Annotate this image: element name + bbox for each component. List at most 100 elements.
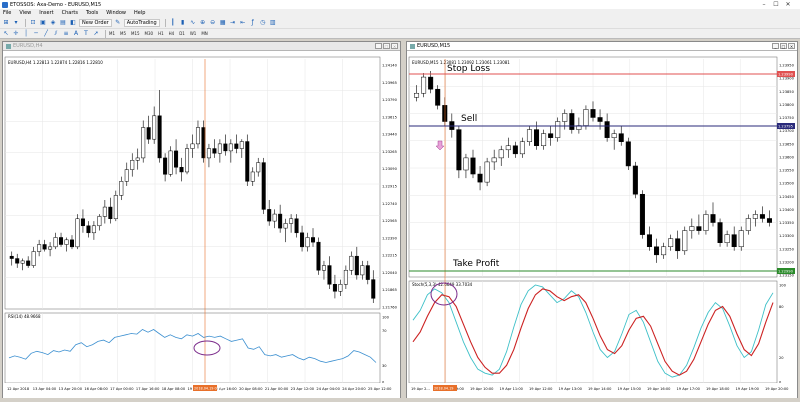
- candle-body: [583, 109, 589, 126]
- toolbar-separator: [105, 29, 106, 38]
- crosshair-icon[interactable]: ✛: [12, 30, 20, 38]
- candle-body: [491, 157, 497, 163]
- bar-chart-icon[interactable]: ┃: [169, 19, 177, 27]
- m15-chart-canvas[interactable]: EURUSD,M15 1.23081 1.23092 1.23061 1.230…: [407, 51, 797, 398]
- timeframe-w1[interactable]: W1: [190, 31, 197, 36]
- price-axis-label: 1.23250: [779, 247, 795, 251]
- title-bar: ETOSSOS: Axa-Demo - EURUSD,M15 – ☐ ✕: [0, 0, 800, 9]
- new-order-button[interactable]: New Order: [79, 18, 112, 27]
- timeframe-m1[interactable]: M1: [109, 31, 115, 36]
- time-axis-label: 19 Apr 18:00: [706, 387, 730, 391]
- label-icon[interactable]: T: [82, 30, 90, 38]
- candle-body: [696, 226, 702, 231]
- candle-body: [135, 157, 140, 161]
- terminal-icon[interactable]: ▤: [59, 19, 67, 27]
- trendline-icon[interactable]: ╱: [42, 30, 50, 38]
- menu-insert[interactable]: Insert: [39, 10, 53, 16]
- candle-body: [354, 255, 359, 276]
- candle-body: [463, 157, 469, 171]
- candle-body: [555, 121, 561, 138]
- maximize-button[interactable]: ☐: [770, 1, 782, 8]
- navigator-icon[interactable]: ◈: [49, 19, 57, 27]
- time-axis-label: 19 Apr 10:00: [470, 387, 494, 391]
- indicator-scale-label: 100: [382, 316, 390, 320]
- menu-file[interactable]: File: [3, 10, 11, 16]
- close-button[interactable]: ✕: [782, 1, 794, 8]
- candle-body: [498, 149, 504, 159]
- timeframe-m30[interactable]: M30: [145, 31, 154, 36]
- menu-charts[interactable]: Charts: [62, 10, 78, 16]
- timeframe-h1[interactable]: H1: [158, 31, 164, 36]
- candle-body: [505, 145, 511, 151]
- vertical-line-icon[interactable]: │: [22, 30, 30, 38]
- profiles-icon[interactable]: ▾: [12, 19, 20, 27]
- templates-icon[interactable]: ▥: [269, 19, 277, 27]
- candle-body: [294, 218, 299, 234]
- chart-maximize-button[interactable]: □: [780, 43, 787, 49]
- text-icon[interactable]: A: [72, 30, 80, 38]
- channel-icon[interactable]: ⫽: [52, 30, 60, 38]
- line-chart-icon[interactable]: ∿: [189, 19, 197, 27]
- market-watch-icon[interactable]: ⊡: [29, 19, 37, 27]
- timeframe-m15[interactable]: M15: [131, 31, 140, 36]
- timeframe-h4[interactable]: H4: [169, 31, 175, 36]
- candle-body: [526, 129, 532, 142]
- chart-window-h4[interactable]: EURUSD,H4 _ □ × EURUSD,H4 1.22813 1.2287…: [2, 41, 401, 398]
- menu-window[interactable]: Window: [106, 10, 126, 16]
- cursor-icon[interactable]: ↖: [2, 30, 10, 38]
- menu-tools[interactable]: Tools: [86, 10, 98, 16]
- menu-help[interactable]: Help: [134, 10, 145, 16]
- price-axis-label: 1.23600: [779, 155, 795, 159]
- candle-body: [174, 150, 179, 168]
- chart-minimize-button[interactable]: _: [375, 43, 382, 49]
- menu-bar: File View Insert Charts Tools Window Hel…: [0, 9, 800, 17]
- price-axis-label: 1.24140: [382, 64, 398, 68]
- candle-body: [42, 244, 47, 250]
- candle-body: [206, 148, 211, 159]
- timeframe-mn[interactable]: MN: [201, 31, 207, 36]
- candle-body: [152, 115, 157, 140]
- menu-view[interactable]: View: [19, 10, 31, 16]
- periods-icon[interactable]: ◷: [259, 19, 267, 27]
- chart-close-button[interactable]: ×: [788, 43, 795, 49]
- terminal-app: ETOSSOS: Axa-Demo - EURUSD,M15 – ☐ ✕ Fil…: [0, 0, 800, 402]
- tester-icon[interactable]: ◧: [69, 19, 77, 27]
- indicators-icon[interactable]: ƒ: [249, 19, 257, 27]
- arrows-icon[interactable]: ➚: [92, 30, 100, 38]
- chart-close-button[interactable]: ×: [391, 43, 398, 49]
- fibonacci-icon[interactable]: ≡: [62, 30, 70, 38]
- time-axis-label: 23 Apr 12:00: [291, 387, 315, 391]
- data-window-icon[interactable]: ▣: [39, 19, 47, 27]
- zoom-in-icon[interactable]: ⊕: [199, 19, 207, 27]
- candle-body: [365, 265, 370, 280]
- take-profit-price-label: 1.22990: [778, 270, 794, 274]
- h4-chart-canvas[interactable]: EURUSD,H4 1.22813 1.22874 1.22816 1.2281…: [3, 51, 400, 398]
- candle-chart-icon[interactable]: ▮: [179, 19, 187, 27]
- price-axis-label: 1.23965: [382, 81, 397, 85]
- chart-window-m15[interactable]: EURUSD,M15 _ □ × EURUSD,M15 1.23081 1.23…: [406, 41, 798, 398]
- horizontal-line-icon[interactable]: ─: [32, 30, 40, 38]
- timeframe-d1[interactable]: D1: [179, 31, 185, 36]
- tile-windows-icon[interactable]: ▦: [219, 19, 227, 27]
- toolbar-separator: [164, 18, 166, 27]
- candle-body: [267, 209, 272, 222]
- candle-body: [661, 246, 667, 256]
- price-axis-label: 1.23500: [779, 182, 795, 186]
- chart-minimize-button[interactable]: _: [772, 43, 779, 49]
- zoom-out-icon[interactable]: ⊖: [209, 19, 217, 27]
- autoscroll-icon[interactable]: ⇥: [229, 19, 237, 27]
- cursor-time-label: 2018.04.19 08:00: [194, 387, 224, 391]
- window-controls: – ☐ ✕: [758, 1, 794, 8]
- minimize-button[interactable]: –: [758, 1, 770, 8]
- auto-trading-button[interactable]: AutoTrading: [123, 18, 160, 27]
- timeframe-m5[interactable]: M5: [120, 31, 126, 36]
- meta-editor-icon[interactable]: ✎: [114, 19, 122, 27]
- chart-shift-icon[interactable]: ⇤: [239, 19, 247, 27]
- candle-body: [130, 160, 135, 170]
- candle-body: [113, 195, 118, 220]
- price-axis-label: 1.22915: [382, 185, 397, 189]
- candle-body: [102, 206, 107, 217]
- new-chart-icon[interactable]: ⊞: [2, 19, 10, 27]
- chart-window-title: EURUSD,M15 _ □ ×: [407, 42, 797, 51]
- chart-maximize-button[interactable]: □: [383, 43, 390, 49]
